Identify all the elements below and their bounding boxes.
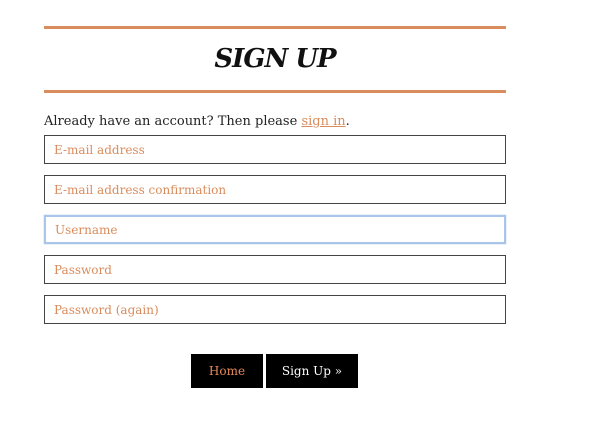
username-field[interactable] xyxy=(44,215,506,244)
form-actions: Home Sign Up » xyxy=(191,354,358,388)
bottom-divider xyxy=(44,90,506,93)
signin-prompt-suffix: . xyxy=(345,114,350,129)
signin-prompt: Already have an account? Then please sig… xyxy=(44,113,506,131)
signup-button[interactable]: Sign Up » xyxy=(266,354,358,388)
email-confirm-field[interactable] xyxy=(44,175,506,204)
signup-form xyxy=(44,135,506,324)
home-button[interactable]: Home xyxy=(191,354,263,388)
password-field[interactable] xyxy=(44,255,506,284)
password-again-field[interactable] xyxy=(44,295,506,324)
signin-link[interactable]: sign in xyxy=(301,114,345,129)
page-title: SIGN UP xyxy=(214,44,336,74)
signin-prompt-text: Already have an account? Then please xyxy=(44,114,302,129)
email-field[interactable] xyxy=(44,135,506,164)
signup-panel: SIGN UP Already have an account? Then pl… xyxy=(44,26,506,324)
